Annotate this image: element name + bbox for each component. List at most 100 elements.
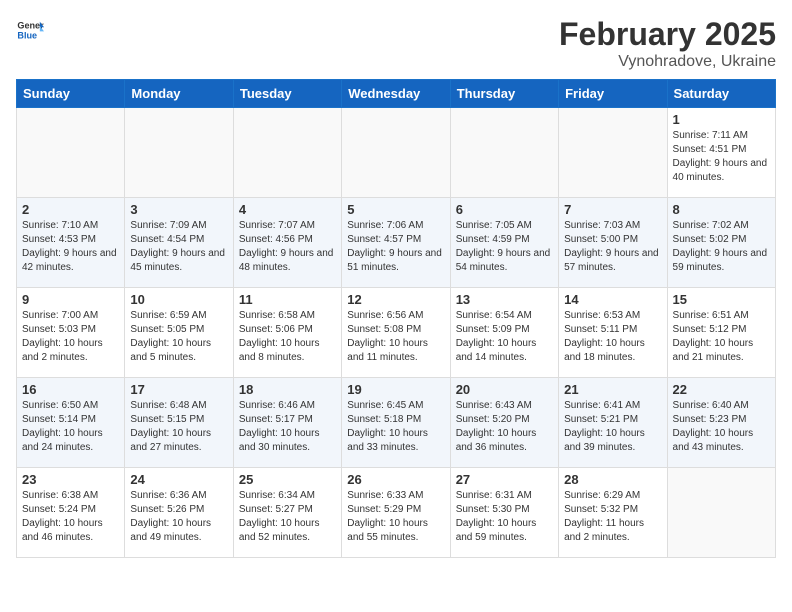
- day-number: 1: [673, 112, 770, 127]
- calendar-day-cell: 19 Sunrise: 6:45 AM Sunset: 5:18 PM Dayli…: [342, 378, 450, 468]
- calendar-day-cell: 26 Sunrise: 6:33 AM Sunset: 5:29 PM Dayli…: [342, 468, 450, 558]
- day-number: 7: [564, 202, 661, 217]
- day-number: 26: [347, 472, 444, 487]
- calendar-day-cell: 10 Sunrise: 6:59 AM Sunset: 5:05 PM Dayli…: [125, 288, 233, 378]
- calendar-day-cell: 16 Sunrise: 6:50 AM Sunset: 5:14 PM Dayli…: [17, 378, 125, 468]
- weekday-header: Sunday: [17, 80, 125, 108]
- day-info: Sunrise: 7:10 AM Sunset: 4:53 PM Dayligh…: [22, 219, 119, 275]
- calendar-day-cell: 2Sunrise: 7:10 AM Sunset: 4:53 PM Daylig…: [17, 198, 125, 288]
- calendar-day-cell: 22 Sunrise: 6:40 AM Sunset: 5:23 PM Dayli…: [667, 378, 775, 468]
- day-info: Sunrise: 6:56 AM Sunset: 5:08 PM Dayligh…: [347, 309, 444, 365]
- title-area: February 2025 Vynohradove, Ukraine: [559, 16, 776, 71]
- calendar-day-cell: 15 Sunrise: 6:51 AM Sunset: 5:12 PM Dayli…: [667, 288, 775, 378]
- weekday-header: Monday: [125, 80, 233, 108]
- calendar-week-row: 23 Sunrise: 6:38 AM Sunset: 5:24 PM Dayli…: [17, 468, 776, 558]
- calendar-day-cell: 25 Sunrise: 6:34 AM Sunset: 5:27 PM Dayli…: [233, 468, 341, 558]
- calendar-day-cell: 7Sunrise: 7:03 AM Sunset: 5:00 PM Daylig…: [559, 198, 667, 288]
- day-info: Sunrise: 7:11 AM Sunset: 4:51 PM Dayligh…: [673, 129, 770, 185]
- day-info: Sunrise: 6:43 AM Sunset: 5:20 PM Dayligh…: [456, 399, 553, 455]
- day-number: 9: [22, 292, 119, 307]
- day-number: 12: [347, 292, 444, 307]
- day-number: 22: [673, 382, 770, 397]
- weekday-header: Saturday: [667, 80, 775, 108]
- calendar-day-cell: 1 Sunrise: 7:11 AM Sunset: 4:51 PM Daylig…: [667, 108, 775, 198]
- svg-text:Blue: Blue: [17, 30, 37, 40]
- day-number: 14: [564, 292, 661, 307]
- calendar-week-row: 16 Sunrise: 6:50 AM Sunset: 5:14 PM Dayli…: [17, 378, 776, 468]
- day-info: Sunrise: 7:05 AM Sunset: 4:59 PM Dayligh…: [456, 219, 553, 275]
- calendar-day-cell: 5Sunrise: 7:06 AM Sunset: 4:57 PM Daylig…: [342, 198, 450, 288]
- calendar-week-row: 9Sunrise: 7:00 AM Sunset: 5:03 PM Daylig…: [17, 288, 776, 378]
- day-info: Sunrise: 6:51 AM Sunset: 5:12 PM Dayligh…: [673, 309, 770, 365]
- day-number: 8: [673, 202, 770, 217]
- weekday-header: Wednesday: [342, 80, 450, 108]
- weekday-header: Friday: [559, 80, 667, 108]
- day-info: Sunrise: 6:46 AM Sunset: 5:17 PM Dayligh…: [239, 399, 336, 455]
- calendar-day-cell: 6 Sunrise: 7:05 AM Sunset: 4:59 PM Daylig…: [450, 198, 558, 288]
- calendar-day-cell: 3 Sunrise: 7:09 AM Sunset: 4:54 PM Daylig…: [125, 198, 233, 288]
- calendar-day-cell: 28Sunrise: 6:29 AM Sunset: 5:32 PM Dayli…: [559, 468, 667, 558]
- day-info: Sunrise: 7:09 AM Sunset: 4:54 PM Dayligh…: [130, 219, 227, 275]
- day-number: 23: [22, 472, 119, 487]
- logo-icon: General Blue: [16, 16, 44, 44]
- calendar-day-cell: 17 Sunrise: 6:48 AM Sunset: 5:15 PM Dayli…: [125, 378, 233, 468]
- day-number: 18: [239, 382, 336, 397]
- calendar-day-cell: 9Sunrise: 7:00 AM Sunset: 5:03 PM Daylig…: [17, 288, 125, 378]
- calendar-day-cell: [125, 108, 233, 198]
- calendar-day-cell: 24 Sunrise: 6:36 AM Sunset: 5:26 PM Dayli…: [125, 468, 233, 558]
- day-number: 15: [673, 292, 770, 307]
- day-number: 19: [347, 382, 444, 397]
- calendar-day-cell: 23 Sunrise: 6:38 AM Sunset: 5:24 PM Dayli…: [17, 468, 125, 558]
- day-info: Sunrise: 6:53 AM Sunset: 5:11 PM Dayligh…: [564, 309, 661, 365]
- day-number: 4: [239, 202, 336, 217]
- calendar-day-cell: 4Sunrise: 7:07 AM Sunset: 4:56 PM Daylig…: [233, 198, 341, 288]
- day-info: Sunrise: 6:40 AM Sunset: 5:23 PM Dayligh…: [673, 399, 770, 455]
- calendar-week-row: 2Sunrise: 7:10 AM Sunset: 4:53 PM Daylig…: [17, 198, 776, 288]
- day-number: 21: [564, 382, 661, 397]
- day-info: Sunrise: 6:33 AM Sunset: 5:29 PM Dayligh…: [347, 489, 444, 545]
- day-number: 3: [130, 202, 227, 217]
- day-info: Sunrise: 6:38 AM Sunset: 5:24 PM Dayligh…: [22, 489, 119, 545]
- day-info: Sunrise: 6:36 AM Sunset: 5:26 PM Dayligh…: [130, 489, 227, 545]
- day-number: 6: [456, 202, 553, 217]
- calendar-week-row: 1 Sunrise: 7:11 AM Sunset: 4:51 PM Daylig…: [17, 108, 776, 198]
- calendar-day-cell: [342, 108, 450, 198]
- location-title: Vynohradove, Ukraine: [559, 53, 776, 71]
- header: General Blue February 2025 Vynohradove, …: [16, 16, 776, 71]
- calendar-day-cell: 11 Sunrise: 6:58 AM Sunset: 5:06 PM Dayli…: [233, 288, 341, 378]
- day-number: 28: [564, 472, 661, 487]
- day-info: Sunrise: 6:58 AM Sunset: 5:06 PM Dayligh…: [239, 309, 336, 365]
- calendar-day-cell: 13 Sunrise: 6:54 AM Sunset: 5:09 PM Dayli…: [450, 288, 558, 378]
- calendar-day-cell: 12 Sunrise: 6:56 AM Sunset: 5:08 PM Dayli…: [342, 288, 450, 378]
- calendar-day-cell: [667, 468, 775, 558]
- calendar: SundayMondayTuesdayWednesdayThursdayFrid…: [16, 79, 776, 558]
- calendar-day-cell: 27 Sunrise: 6:31 AM Sunset: 5:30 PM Dayli…: [450, 468, 558, 558]
- day-info: Sunrise: 6:31 AM Sunset: 5:30 PM Dayligh…: [456, 489, 553, 545]
- month-title: February 2025: [559, 16, 776, 53]
- day-number: 16: [22, 382, 119, 397]
- day-number: 10: [130, 292, 227, 307]
- calendar-day-cell: [559, 108, 667, 198]
- day-info: Sunrise: 6:59 AM Sunset: 5:05 PM Dayligh…: [130, 309, 227, 365]
- day-number: 24: [130, 472, 227, 487]
- calendar-day-cell: [450, 108, 558, 198]
- weekday-header: Thursday: [450, 80, 558, 108]
- day-info: Sunrise: 7:02 AM Sunset: 5:02 PM Dayligh…: [673, 219, 770, 275]
- day-info: Sunrise: 6:50 AM Sunset: 5:14 PM Dayligh…: [22, 399, 119, 455]
- day-info: Sunrise: 6:34 AM Sunset: 5:27 PM Dayligh…: [239, 489, 336, 545]
- day-number: 27: [456, 472, 553, 487]
- calendar-day-cell: [233, 108, 341, 198]
- calendar-day-cell: 14 Sunrise: 6:53 AM Sunset: 5:11 PM Dayli…: [559, 288, 667, 378]
- day-info: Sunrise: 7:06 AM Sunset: 4:57 PM Dayligh…: [347, 219, 444, 275]
- day-number: 17: [130, 382, 227, 397]
- day-info: Sunrise: 6:54 AM Sunset: 5:09 PM Dayligh…: [456, 309, 553, 365]
- calendar-day-cell: [17, 108, 125, 198]
- day-number: 25: [239, 472, 336, 487]
- day-info: Sunrise: 6:48 AM Sunset: 5:15 PM Dayligh…: [130, 399, 227, 455]
- calendar-day-cell: 18 Sunrise: 6:46 AM Sunset: 5:17 PM Dayli…: [233, 378, 341, 468]
- logo: General Blue: [16, 16, 44, 44]
- day-info: Sunrise: 6:41 AM Sunset: 5:21 PM Dayligh…: [564, 399, 661, 455]
- day-number: 13: [456, 292, 553, 307]
- day-info: Sunrise: 6:45 AM Sunset: 5:18 PM Dayligh…: [347, 399, 444, 455]
- day-number: 11: [239, 292, 336, 307]
